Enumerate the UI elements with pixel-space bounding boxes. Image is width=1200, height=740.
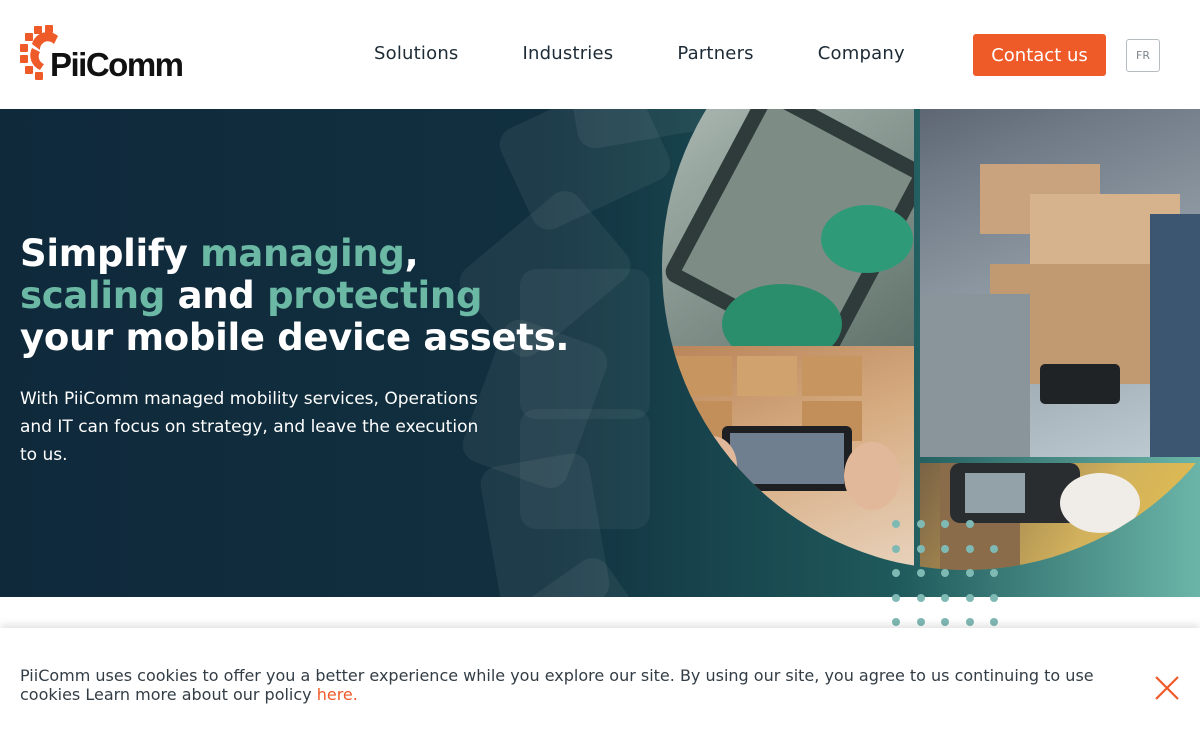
cookie-banner: PiiComm uses cookies to offer you a bett… [0, 628, 1200, 740]
decorative-dot [941, 544, 949, 553]
headline-part: , [404, 232, 419, 275]
headline-accent: protecting [267, 274, 483, 317]
contact-us-button[interactable]: Contact us [973, 34, 1106, 76]
nav-industries[interactable]: Industries [523, 43, 614, 64]
photo-delivery-scanner [920, 109, 1200, 457]
decorative-dot [990, 593, 998, 602]
decorative-dot [916, 618, 925, 626]
decorative-dot [916, 520, 925, 528]
decorative-dot [941, 593, 949, 602]
logo-text: PiiComm [50, 46, 184, 83]
decorative-dot [916, 593, 925, 602]
decorative-dot [941, 618, 949, 626]
hero-section: Simplify managing, scaling and protectin… [0, 109, 1200, 597]
decorative-dot [892, 520, 900, 528]
headline-part: and [165, 274, 268, 317]
nav-company[interactable]: Company [818, 43, 905, 64]
nav-solutions[interactable]: Solutions [374, 43, 459, 64]
photo-tablet-xray [662, 109, 914, 364]
hero-photo-collage [662, 109, 1200, 570]
cookie-text: PiiComm uses cookies to offer you a bett… [20, 666, 1094, 704]
decorative-dot [892, 569, 900, 577]
cookie-policy-link[interactable]: here. [317, 685, 358, 704]
decorative-dot [941, 569, 949, 577]
decorative-dot [916, 569, 925, 577]
decorative-dot [990, 544, 998, 553]
decorative-dot [965, 618, 974, 626]
headline-accent: managing [200, 232, 405, 275]
photo-warehouse-phone [662, 346, 914, 570]
decorative-dot [892, 593, 900, 602]
decorative-dot [965, 520, 974, 528]
site-header: PiiComm Solutions Industries Partners Co… [0, 0, 1200, 109]
hero-headline: Simplify managing, scaling and protectin… [20, 233, 569, 359]
decorative-dot [990, 569, 998, 577]
language-switch-button[interactable]: FR [1126, 39, 1160, 72]
decorative-dot [965, 569, 974, 577]
nav-partners[interactable]: Partners [677, 43, 753, 64]
hero-subtitle: With PiiComm managed mobility services, … [20, 389, 479, 465]
decorative-dot [916, 544, 925, 553]
cookie-message: PiiComm uses cookies to offer you a bett… [20, 666, 1100, 704]
headline-part: your mobile device assets. [20, 316, 570, 359]
decorative-dot [892, 618, 900, 626]
main-nav: Solutions Industries Partners Company [374, 43, 969, 64]
close-icon[interactable] [1153, 674, 1181, 702]
decorative-dot [965, 544, 974, 553]
photo-handheld-scanner [920, 463, 1200, 570]
decorative-dot [990, 618, 998, 626]
decorative-dot [892, 544, 900, 553]
headline-accent: scaling [20, 274, 166, 317]
headline-part: Simplify [20, 232, 201, 275]
piicomm-logo[interactable]: PiiComm [18, 24, 193, 83]
decorative-dot [965, 593, 974, 602]
decorative-dot [941, 520, 949, 528]
